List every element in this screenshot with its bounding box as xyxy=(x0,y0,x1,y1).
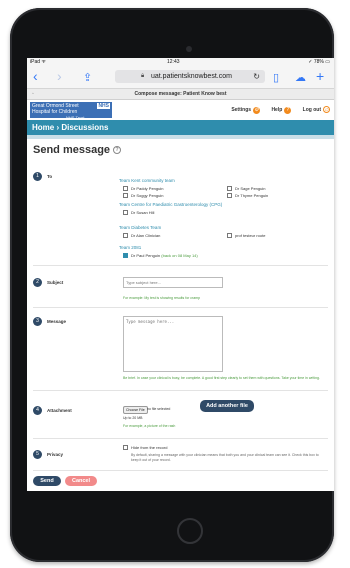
recipient-prof[interactable]: prof testeur roote xyxy=(227,233,265,239)
checkbox[interactable] xyxy=(227,233,232,239)
address-bar[interactable]: 🔒︎ uat.patientsknowbest.com ↻ xyxy=(115,70,265,83)
recipient-paddy[interactable]: Dr Paddy Penguin xyxy=(123,186,163,192)
subject-hint: For example: My test is showing results … xyxy=(123,296,201,300)
clock: 12:43 xyxy=(167,59,180,65)
site-header: Great Ormond Street Hospital for Childre… xyxy=(27,100,334,120)
cancel-button[interactable]: Cancel xyxy=(65,476,97,486)
privacy-label: Privacy xyxy=(47,452,64,457)
recipient-soggy[interactable]: Dr Soggy Penguin xyxy=(123,193,163,199)
logout-link[interactable]: Log out ⏻ xyxy=(303,106,330,113)
tab-title[interactable]: Compose message: Patient Know best xyxy=(27,91,334,97)
step-3-badge: 3 xyxy=(33,317,42,326)
section-divider xyxy=(33,438,328,439)
step-1-badge: 1 xyxy=(33,172,42,181)
recipient-susan[interactable]: Dr Susan Hill xyxy=(123,210,154,216)
screen: iPad ᯤ 12:43 ✓ 78% ▭ ‹ › ⇪ 🔒︎ uat.patien… xyxy=(27,58,334,491)
share-icon[interactable]: ⇪ xyxy=(83,70,92,86)
battery-status: ✓ 78% ▭ xyxy=(308,59,330,65)
group-diabetes: Team Diabetes Team xyxy=(119,225,162,230)
section-divider xyxy=(33,470,328,471)
file-size-limit: Up to 20 MB xyxy=(123,416,143,420)
cloud-tabs-icon[interactable]: ☁ xyxy=(295,70,306,86)
section-divider xyxy=(33,307,328,308)
header-links: Settings ⚙ Help? Log out ⏻ xyxy=(221,106,330,114)
logo-line3: NHS Trust xyxy=(66,115,85,120)
recipient-sage[interactable]: Dr Sage Penguin xyxy=(227,186,265,192)
back-icon[interactable]: ‹ xyxy=(33,68,38,84)
recipient-paul[interactable]: Dr Paul Penguin (back on 08 May 14) xyxy=(123,253,198,259)
tab-bar: ◦ Compose message: Patient Know best xyxy=(27,89,334,100)
help-circle-icon[interactable]: ? xyxy=(113,146,122,155)
url-text: uat.patientsknowbest.com xyxy=(151,73,232,80)
status-bar: iPad ᯤ 12:43 ✓ 78% ▭ xyxy=(27,58,334,66)
attachment-label: Attachment xyxy=(47,408,72,413)
checkbox[interactable] xyxy=(123,253,128,259)
group-2081: Team 2081 xyxy=(119,245,142,250)
page-title: Send message? xyxy=(33,144,328,158)
message-label: Message xyxy=(47,319,67,324)
lock-icon: 🔒︎ xyxy=(141,73,145,79)
group-cpg: Team Centre for Paediatric Gastroenterol… xyxy=(119,202,223,207)
checkbox[interactable] xyxy=(123,186,128,192)
carrier-label: iPad ᯤ xyxy=(30,59,46,65)
step-4-badge: 4 xyxy=(33,406,42,415)
help-link[interactable]: Help? xyxy=(271,107,292,114)
checkbox[interactable] xyxy=(123,210,128,216)
checkbox[interactable] xyxy=(123,233,128,239)
recipient-alan[interactable]: Dr Alan Clinician xyxy=(123,233,160,239)
browser-toolbar: ‹ › ⇪ 🔒︎ uat.patientsknowbest.com ↻ ▯ ☁ … xyxy=(27,66,334,89)
forward-icon[interactable]: › xyxy=(57,68,62,84)
hospital-logo[interactable]: Great Ormond Street Hospital for Childre… xyxy=(30,102,112,120)
send-button[interactable]: Send xyxy=(33,476,61,486)
settings-link[interactable]: Settings ⚙ xyxy=(231,107,261,114)
checkbox[interactable] xyxy=(123,193,128,199)
camera-dot xyxy=(186,46,192,52)
recipient-thyme[interactable]: Dr Thyme Penguin xyxy=(227,193,268,199)
message-hint: Be brief. In case your clinical is busy,… xyxy=(123,376,320,380)
gear-icon: ⚙ xyxy=(253,107,261,114)
main-content: Send message? xyxy=(27,144,334,158)
subject-input[interactable] xyxy=(123,277,223,288)
step-5-badge: 5 xyxy=(33,450,42,459)
attachment-hint: For example, a picture of the rash xyxy=(123,424,176,428)
step-2-badge: 2 xyxy=(33,278,42,287)
section-divider xyxy=(33,265,328,266)
power-icon: ⏻ xyxy=(323,106,330,113)
add-another-file-button[interactable]: Add another file xyxy=(200,400,254,412)
reload-icon[interactable]: ↻ xyxy=(253,70,260,83)
bookmarks-icon[interactable]: ▯ xyxy=(273,70,279,86)
help-icon: ? xyxy=(284,107,292,114)
header-underline xyxy=(27,135,334,139)
message-textarea[interactable] xyxy=(123,316,223,372)
section-divider xyxy=(33,390,328,391)
breadcrumb[interactable]: Home › Discussions xyxy=(27,120,334,135)
to-label: To xyxy=(47,174,53,179)
hide-from-record-option[interactable]: Hide from the record xyxy=(123,445,167,451)
checkbox[interactable] xyxy=(227,193,232,199)
nhs-badge: NHS xyxy=(97,103,110,109)
choose-file-button[interactable]: Choose File xyxy=(123,406,148,414)
subject-label: Subject xyxy=(47,280,64,285)
checkbox[interactable] xyxy=(123,445,128,451)
checkbox[interactable] xyxy=(227,186,232,192)
no-file-label: no file selected xyxy=(147,407,171,411)
home-button[interactable] xyxy=(177,518,203,544)
privacy-description: By default, sharing a message with your … xyxy=(131,453,319,462)
group-kent: Team Kent community team xyxy=(119,178,175,183)
new-tab-icon[interactable]: + xyxy=(316,68,324,84)
